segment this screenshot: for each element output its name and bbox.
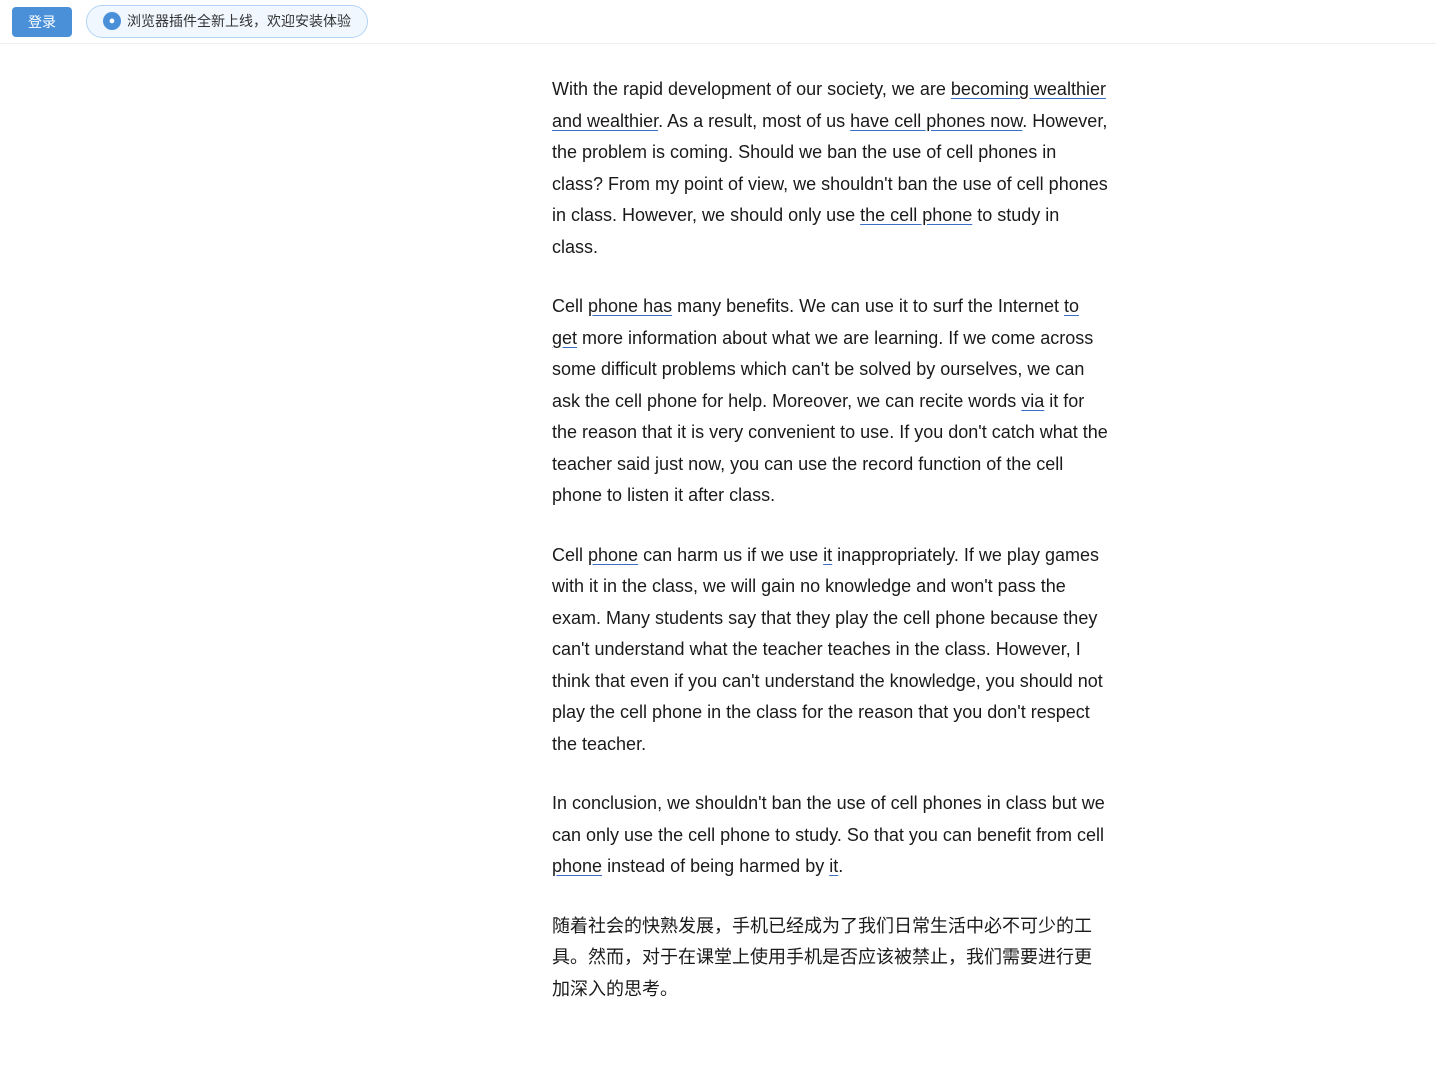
plugin-notice-banner[interactable]: ● 浏览器插件全新上线，欢迎安装体验 — [86, 5, 368, 39]
main-content: With the rapid development of our societ… — [268, 44, 1168, 1073]
p1-text-1: With the rapid development of our societ… — [552, 79, 951, 99]
p3-underline-2: it — [823, 545, 832, 565]
paragraph-3: Cell phone can harm us if we use it inap… — [552, 540, 1108, 761]
p2-text-1: Cell — [552, 296, 588, 316]
plugin-notice-text: 浏览器插件全新上线，欢迎安装体验 — [127, 10, 351, 34]
plugin-icon: ● — [103, 12, 121, 30]
login-button[interactable]: 登录 — [12, 7, 72, 37]
p4-text-2: instead of being harmed by — [602, 856, 829, 876]
topbar: 登录 ● 浏览器插件全新上线，欢迎安装体验 — [0, 0, 1436, 44]
p2-text-2: many benefits. We can use it to surf the… — [672, 296, 1064, 316]
p5-zh-text: 随着社会的快熟发展，手机已经成为了我们日常生活中必不可少的工具。然而，对于在课堂… — [552, 916, 1092, 999]
p1-text-2: . As a result, most of us — [658, 111, 850, 131]
p2-underline-3: via — [1021, 391, 1044, 411]
p3-text-1: Cell — [552, 545, 588, 565]
p1-underline-2: have cell phones now — [850, 111, 1022, 131]
p4-text-1: In conclusion, we shouldn't ban the use … — [552, 793, 1105, 845]
p4-text-3: . — [838, 856, 843, 876]
p2-underline-1: phone has — [588, 296, 672, 316]
paragraph-2: Cell phone has many benefits. We can use… — [552, 291, 1108, 512]
p3-underline-1: phone — [588, 545, 638, 565]
paragraph-4: In conclusion, we shouldn't ban the use … — [552, 788, 1108, 883]
p4-underline-2: it — [829, 856, 838, 876]
paragraph-1: With the rapid development of our societ… — [552, 74, 1108, 263]
p1-underline-3: the cell phone — [860, 205, 972, 225]
paragraph-5-zh: 随着社会的快熟发展，手机已经成为了我们日常生活中必不可少的工具。然而，对于在课堂… — [552, 911, 1108, 1006]
p2-text-3: more information about what we are learn… — [552, 328, 1093, 411]
p3-text-3: inappropriately. If we play games with i… — [552, 545, 1103, 754]
p4-underline-1: phone — [552, 856, 602, 876]
p3-text-2: can harm us if we use — [638, 545, 823, 565]
